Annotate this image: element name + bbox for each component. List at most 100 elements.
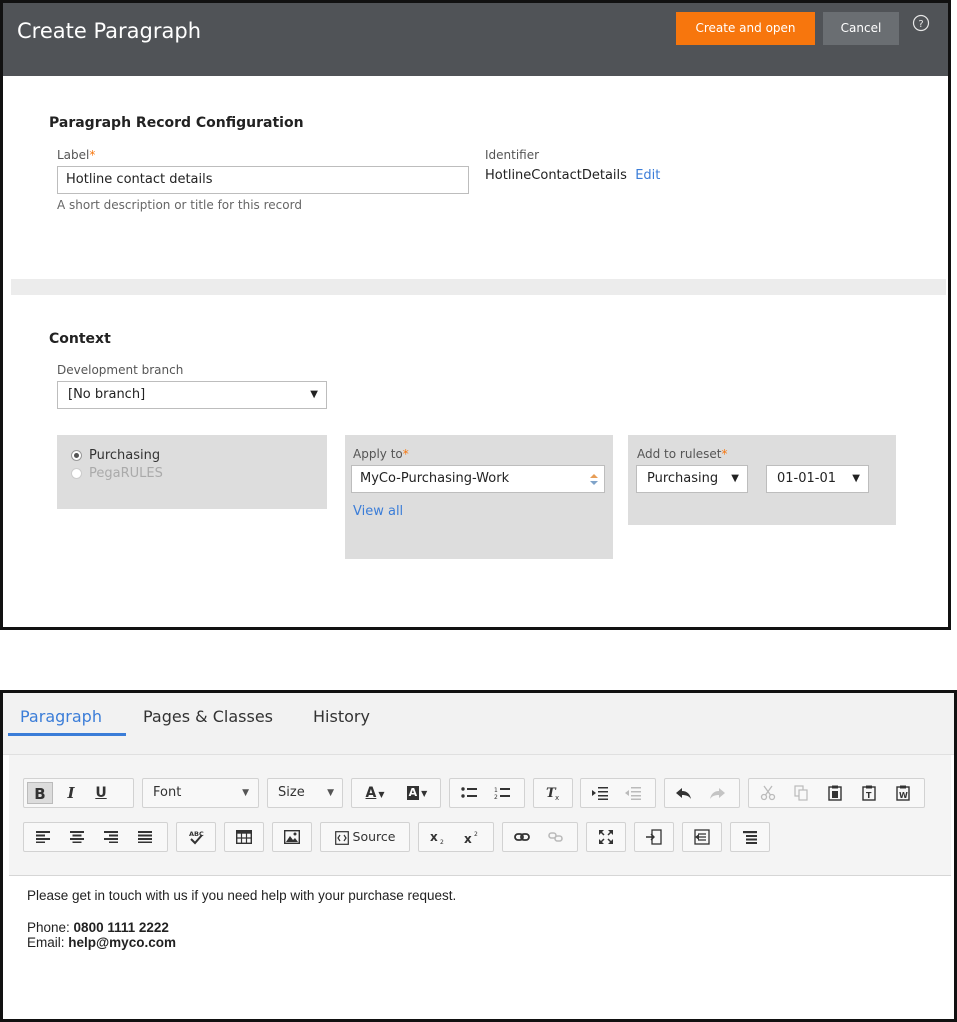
outdent-icon — [625, 786, 641, 800]
link-button[interactable] — [508, 826, 536, 848]
underline-button[interactable]: U — [88, 782, 114, 804]
svg-text:x: x — [430, 830, 438, 844]
link-icon — [514, 832, 530, 841]
background-color-icon: A — [406, 786, 420, 800]
context-section: Context Development branch [No branch] ▼ … — [11, 295, 946, 625]
view-all-link[interactable]: View all — [353, 504, 403, 519]
remove-format-button[interactable]: Tx — [539, 782, 567, 804]
label-hint: A short description or title for this re… — [57, 198, 302, 212]
chevron-down-icon: ▼ — [242, 788, 249, 798]
chevron-down-icon: ▼ — [421, 789, 428, 798]
table-button[interactable] — [230, 826, 258, 848]
label-field-label: Label* — [57, 148, 96, 162]
bulleted-list-button[interactable] — [455, 782, 483, 804]
branch-select[interactable]: [No branch] ▼ — [57, 381, 327, 409]
svg-text:1: 1 — [494, 787, 498, 794]
paste-word-button[interactable]: W — [889, 782, 917, 804]
section-divider — [11, 279, 946, 295]
unlink-button[interactable] — [542, 826, 570, 848]
indent-icon — [592, 786, 608, 800]
redo-icon — [710, 787, 725, 799]
size-combo[interactable]: Size ▼ — [267, 778, 343, 808]
tab-paragraph[interactable]: Paragraph — [20, 707, 102, 726]
link-group — [502, 822, 578, 852]
paragraph-line: Please get in touch with us if you need … — [27, 888, 457, 903]
chevron-down-icon: ▼ — [852, 473, 860, 484]
underline-icon: U — [95, 785, 107, 801]
bold-icon: B — [34, 785, 46, 803]
redo-button[interactable] — [703, 782, 731, 804]
radio-pegarules[interactable]: PegaRULES — [71, 466, 163, 481]
insert-section-button[interactable] — [688, 826, 716, 848]
label-input[interactable]: Hotline contact details — [57, 166, 469, 194]
font-combo[interactable]: Font ▼ — [142, 778, 259, 808]
cut-icon — [760, 785, 776, 800]
insert-field-button[interactable] — [640, 826, 668, 848]
apply-to-input[interactable]: MyCo-Purchasing-Work — [351, 465, 605, 493]
layer-options-box: Purchasing PegaRULES — [57, 435, 327, 509]
copy-button[interactable] — [787, 782, 815, 804]
spellcheck-icon: ABC — [189, 830, 204, 844]
paste-button[interactable] — [821, 782, 849, 804]
edit-identifier-link[interactable]: Edit — [635, 168, 660, 183]
indent-button[interactable] — [586, 782, 614, 804]
paragraph-content-editor[interactable]: Please get in touch with us if you need … — [13, 876, 949, 1016]
subscript-button[interactable]: x2 — [424, 826, 452, 848]
superscript-button[interactable]: x2 — [458, 826, 486, 848]
phone-line: Phone: 0800 1111 2222 — [27, 920, 169, 935]
tab-history[interactable]: History — [313, 707, 370, 726]
email-address: help@myco.com — [68, 935, 176, 950]
tab-pages-classes[interactable]: Pages & Classes — [143, 707, 273, 726]
create-and-open-button[interactable]: Create and open — [676, 12, 815, 45]
help-circle-icon[interactable]: ? — [912, 14, 930, 32]
section-heading: Paragraph Record Configuration — [49, 115, 304, 131]
cancel-button[interactable]: Cancel — [823, 12, 899, 45]
spellcheck-button[interactable]: ABC — [182, 826, 210, 848]
script-group: x2 x2 — [418, 822, 494, 852]
remove-format-icon: Tx — [546, 786, 559, 802]
justify-icon — [138, 830, 152, 843]
text-color-button[interactable]: A ▼ — [356, 782, 394, 804]
align-right-icon — [104, 830, 118, 843]
ruleset-box: Add to ruleset* Purchasing ▼ 01-01-01 ▼ — [628, 435, 896, 525]
radio-purchasing[interactable]: Purchasing — [71, 448, 160, 463]
source-button[interactable]: Source — [326, 826, 404, 848]
bold-button[interactable]: B — [27, 782, 53, 804]
ruleset-name-select[interactable]: Purchasing ▼ — [636, 465, 748, 493]
paste-icon — [828, 785, 842, 801]
italic-button[interactable]: I — [58, 782, 84, 804]
ruleset-version-select[interactable]: 01-01-01 ▼ — [766, 465, 869, 493]
dialog-title: Create Paragraph — [17, 19, 202, 43]
paragraph-editor-panel: Paragraph Pages & Classes History B I U … — [0, 690, 957, 1022]
svg-text:x: x — [555, 794, 559, 801]
paste-text-button[interactable]: T — [855, 782, 883, 804]
required-marker: * — [402, 447, 409, 461]
cut-button[interactable] — [754, 782, 782, 804]
undo-icon — [676, 787, 691, 799]
section-heading: Context — [49, 331, 111, 347]
basic-styles-group: B I U — [23, 778, 134, 808]
svg-text:2: 2 — [494, 794, 498, 800]
outdent-button[interactable] — [619, 782, 647, 804]
dialog-header: Create Paragraph Create and open Cancel … — [3, 3, 948, 76]
paste-word-icon: W — [896, 785, 910, 801]
identifier-value: HotlineContactDetails Edit — [485, 168, 661, 183]
justify-button[interactable] — [131, 826, 159, 848]
unlink-icon — [548, 831, 563, 842]
insert-field-icon — [646, 828, 662, 845]
size-select[interactable]: Size ▼ — [270, 782, 340, 804]
record-configuration-section: Paragraph Record Configuration Label* Ho… — [11, 76, 946, 279]
background-color-button[interactable]: A ▼ — [398, 782, 436, 804]
insert-paragraph-button[interactable] — [736, 826, 764, 848]
align-left-button[interactable] — [29, 826, 57, 848]
numbered-list-button[interactable]: 12 — [488, 782, 516, 804]
align-center-button[interactable] — [63, 826, 91, 848]
maximize-button[interactable] — [592, 826, 620, 848]
image-button[interactable] — [278, 826, 306, 848]
undo-button[interactable] — [670, 782, 698, 804]
subscript-icon: x2 — [430, 830, 444, 846]
image-icon — [283, 829, 301, 844]
align-right-button[interactable] — [97, 826, 125, 848]
branch-label: Development branch — [57, 363, 184, 377]
font-select[interactable]: Font ▼ — [145, 782, 255, 804]
